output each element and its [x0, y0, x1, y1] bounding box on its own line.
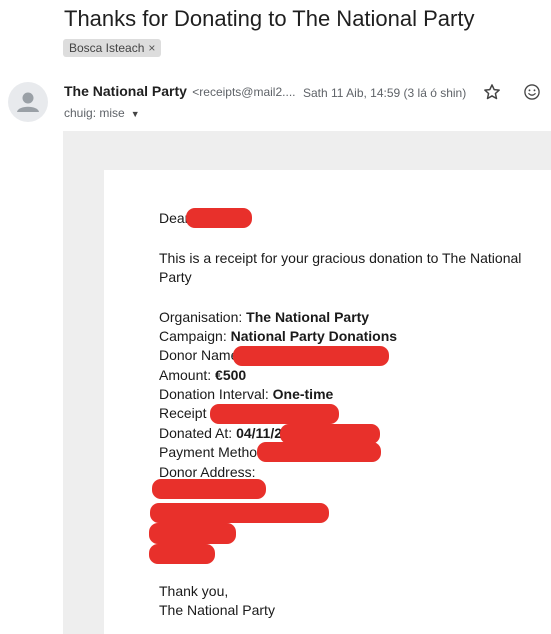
redaction-mark	[149, 544, 215, 564]
intro-line-2: Party	[159, 269, 192, 285]
payment-method-line: Payment Method	[159, 444, 265, 460]
sign-off-line-1: Thank you,	[159, 583, 229, 599]
donor-name-line: Donor Name:	[159, 347, 243, 363]
chevron-down-icon: ▼	[130, 109, 140, 119]
redaction-mark	[186, 208, 252, 228]
label-text: Bosca Isteach	[69, 41, 145, 55]
campaign-line: Campaign: National Party Donations	[159, 328, 398, 344]
recipients-text: chuig: mise	[64, 106, 125, 120]
remove-label-icon[interactable]: ×	[148, 41, 155, 55]
interval-line: Donation Interval: One-time	[159, 386, 334, 402]
redaction-mark	[152, 479, 266, 499]
sender-email: <receipts@mail2....	[192, 85, 296, 99]
add-reaction-icon[interactable]	[522, 82, 542, 102]
sign-off-line-2: The National Party	[159, 602, 275, 618]
organisation-line: Organisation: The National Party	[159, 309, 370, 325]
sender-name[interactable]: The National Party	[64, 83, 187, 99]
star-icon[interactable]	[482, 82, 502, 102]
greeting-line: Dear	[159, 210, 190, 226]
inbox-label-chip[interactable]: Bosca Isteach ×	[63, 39, 162, 57]
redaction-mark	[257, 442, 381, 462]
redaction-mark	[233, 346, 389, 366]
redaction-mark	[280, 424, 380, 444]
redaction-mark	[210, 404, 339, 424]
sender-avatar	[8, 82, 48, 122]
intro-line-1: This is a receipt for your gracious dona…	[159, 250, 522, 266]
redaction-mark	[150, 503, 329, 523]
email-subject: Thanks for Donating to The National Part…	[64, 6, 475, 31]
amount-line: Amount: €500	[159, 367, 247, 383]
recipients-toggle[interactable]: chuig: mise ▼	[64, 106, 140, 120]
person-icon	[17, 92, 39, 112]
email-date: Sath 11 Aib, 14:59 (3 lá ó shin)	[303, 86, 467, 100]
donated-at-line: Donated At: 04/11/26	[159, 425, 290, 441]
sender-line: The National Party <receipts@mail2....	[64, 83, 295, 99]
redaction-mark	[149, 523, 236, 544]
